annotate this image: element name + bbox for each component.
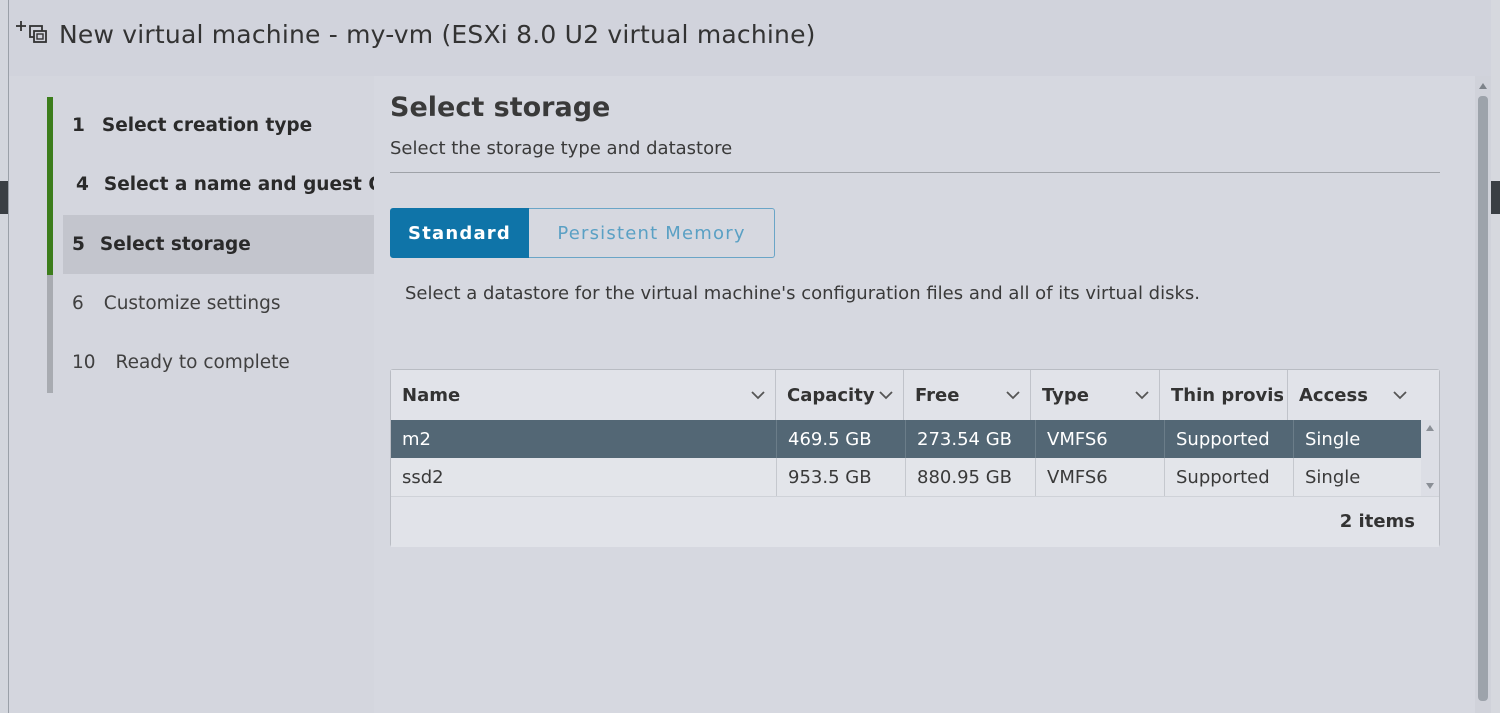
step-number: 5: [72, 234, 85, 255]
step-select-name-guest-os[interactable]: 4 Select a name and guest OS: [63, 155, 397, 214]
step-select-creation-type[interactable]: 1 Select creation type: [63, 96, 374, 155]
cell-thin-provisioning: Supported: [1164, 420, 1293, 458]
grid-scrollbar[interactable]: [1421, 420, 1439, 496]
column-header-capacity[interactable]: Capacity: [776, 370, 903, 420]
chevron-down-icon[interactable]: [877, 386, 895, 404]
cell-type: VMFS6: [1035, 458, 1164, 496]
wizard-content: Select storage Select the storage type a…: [374, 76, 1475, 713]
step-label: Select a name and guest OS: [103, 174, 398, 195]
column-header-label: Capacity: [787, 384, 875, 406]
backdrop-right: [1490, 0, 1500, 713]
column-header-label: Free: [915, 384, 960, 406]
backdrop-left: [0, 0, 8, 713]
datastore-row-m2[interactable]: m2 469.5 GB 273.54 GB VMFS6 Supported Si…: [391, 420, 1421, 458]
grid-header: Name Capacity Free Type Thin provis Acce…: [391, 370, 1439, 421]
wizard-steps-sidebar: 1 Select creation type 4 Select a name a…: [9, 76, 397, 713]
cell-capacity: 469.5 GB: [776, 420, 905, 458]
step-number: 6: [72, 293, 84, 314]
column-header-type[interactable]: Type: [1031, 370, 1159, 420]
chevron-down-icon[interactable]: [1133, 386, 1151, 404]
scroll-down-icon[interactable]: [1425, 482, 1435, 490]
cell-free: 273.54 GB: [905, 420, 1035, 458]
new-vm-icon: [13, 18, 47, 48]
step-number: 4: [76, 174, 89, 195]
scrollbar-thumb[interactable]: [1478, 96, 1488, 701]
column-header-free[interactable]: Free: [904, 370, 1030, 420]
chevron-down-icon[interactable]: [749, 386, 767, 404]
items-count: 2 items: [1339, 511, 1415, 532]
storage-type-standard-button[interactable]: Standard: [390, 208, 529, 258]
step-customize-settings[interactable]: 6 Customize settings: [63, 274, 374, 333]
step-label: Select storage: [99, 234, 251, 255]
column-header-label: Type: [1042, 384, 1089, 406]
column-header-access[interactable]: Access: [1288, 370, 1439, 420]
step-label: Customize settings: [103, 293, 281, 314]
cell-access: Single: [1293, 420, 1421, 458]
new-vm-wizard-modal: New virtual machine - my-vm (ESXi 8.0 U2…: [8, 0, 1491, 713]
steps-done-bar: [47, 97, 53, 275]
page-title: Select storage: [390, 92, 611, 123]
step-ready-to-complete[interactable]: 10 Ready to complete: [63, 333, 374, 392]
step-select-storage[interactable]: 5 Select storage: [63, 215, 374, 274]
column-header-label: Name: [402, 384, 461, 406]
step-label: Select creation type: [101, 115, 313, 136]
cell-type: VMFS6: [1035, 420, 1164, 458]
column-header-name[interactable]: Name: [391, 370, 775, 420]
chevron-down-icon[interactable]: [1004, 386, 1022, 404]
backdrop-dark-band: [0, 181, 8, 214]
cell-access: Single: [1293, 458, 1421, 496]
datastore-grid: Name Capacity Free Type Thin provis Acce…: [390, 369, 1440, 547]
modal-scrollbar[interactable]: [1475, 76, 1491, 713]
page-subtitle: Select the storage type and datastore: [390, 138, 733, 159]
step-label: Ready to complete: [115, 352, 290, 373]
storage-type-persistent-memory-button[interactable]: Persistent Memory: [529, 208, 775, 258]
step-number: 1: [72, 115, 85, 136]
divider: [390, 172, 1440, 173]
cell-thin-provisioning: Supported: [1164, 458, 1293, 496]
datastore-row-ssd2[interactable]: ssd2 953.5 GB 880.95 GB VMFS6 Supported …: [391, 458, 1421, 496]
cell-name: m2: [402, 428, 431, 450]
steps-todo-bar: [47, 275, 53, 393]
cell-capacity: 953.5 GB: [776, 458, 905, 496]
cell-name: ssd2: [402, 466, 444, 488]
scroll-up-icon[interactable]: [1425, 424, 1435, 432]
backdrop-dark-band: [1490, 181, 1500, 214]
chevron-down-icon[interactable]: [1391, 386, 1409, 404]
scroll-up-icon[interactable]: [1478, 82, 1488, 90]
modal-title: New virtual machine - my-vm (ESXi 8.0 U2…: [59, 20, 816, 49]
step-number: 10: [72, 352, 96, 373]
cell-free: 880.95 GB: [905, 458, 1035, 496]
column-header-label: Thin provisioning: [1171, 384, 1283, 406]
grid-footer: 2 items: [391, 496, 1439, 547]
modal-header: New virtual machine - my-vm (ESXi 8.0 U2…: [9, 0, 1491, 76]
column-header-thin-provisioning[interactable]: Thin provisioning: [1160, 370, 1287, 420]
column-header-label: Access: [1299, 384, 1368, 406]
datastore-instruction: Select a datastore for the virtual machi…: [405, 283, 1201, 304]
